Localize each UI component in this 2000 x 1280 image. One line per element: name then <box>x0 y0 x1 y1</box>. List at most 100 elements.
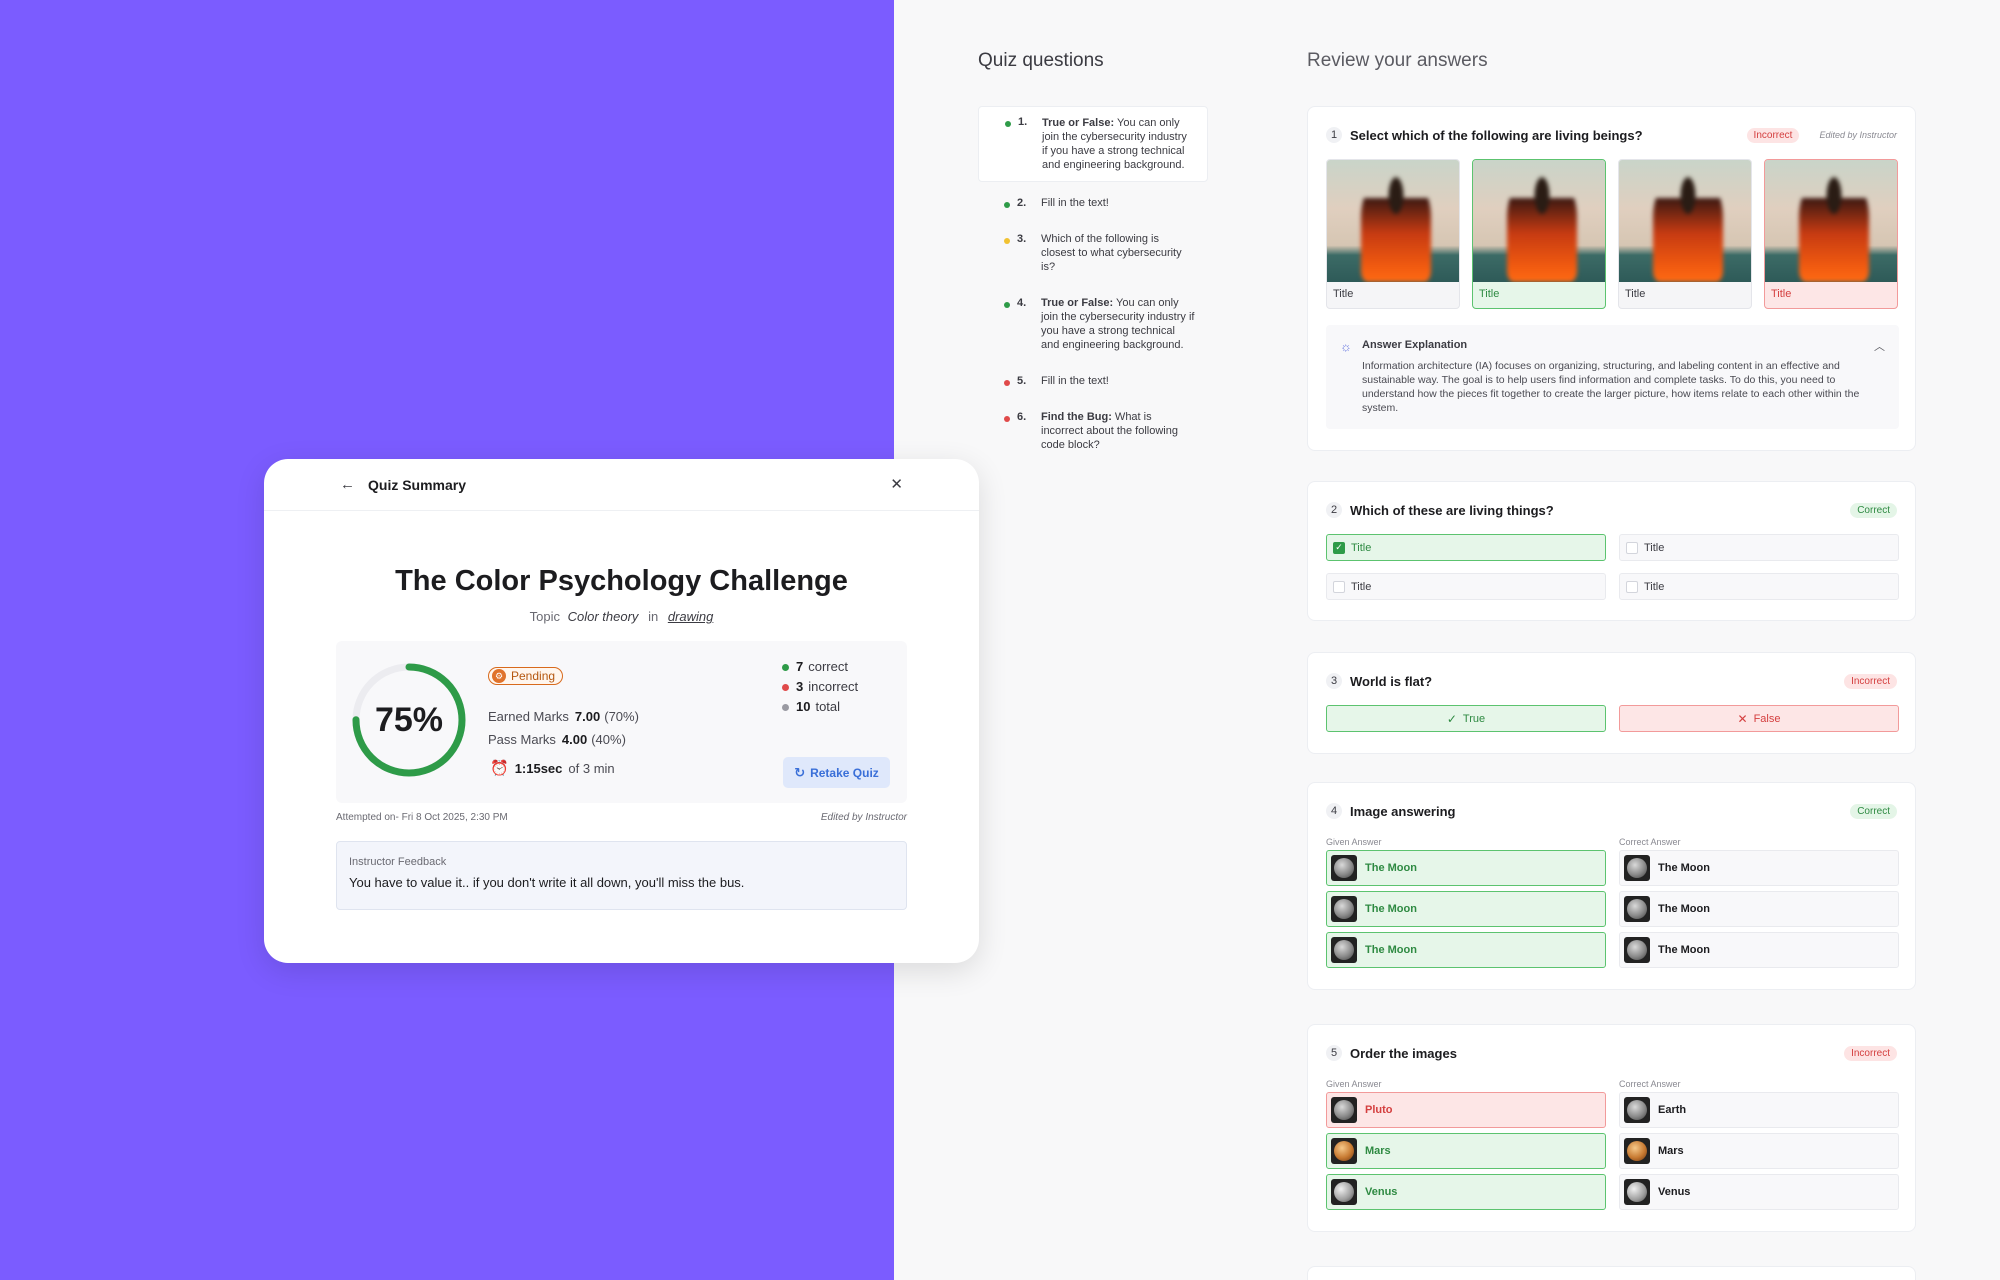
quiz-summary-modal: ← Quiz Summary ✕ The Color Psychology Ch… <box>264 459 979 963</box>
answer-item: Earth <box>1619 1092 1899 1128</box>
question-number: 1 <box>1326 127 1342 143</box>
sidebar-item-question[interactable]: 4. True or False: You can only join the c… <box>978 288 1208 360</box>
status-dot <box>1005 121 1011 127</box>
moon-icon <box>1331 855 1357 881</box>
answer-label: Mars <box>1365 1145 1391 1157</box>
status-badge: Incorrect <box>1844 673 1897 689</box>
answer-item[interactable]: Pluto <box>1326 1092 1606 1128</box>
option-label: Title <box>1479 288 1500 300</box>
topic-value[interactable]: Color theory <box>568 609 639 624</box>
question-type: True or False: <box>1041 297 1114 309</box>
answer-label: Venus <box>1365 1186 1398 1198</box>
feedback-body: You have to value it.. if you don't writ… <box>349 875 745 890</box>
checkbox-option[interactable]: Title <box>1619 534 1899 561</box>
sidebar-item-question[interactable]: 3. Which of the following is closest to w… <box>978 224 1208 282</box>
correct-answer-heading: Correct Answer <box>1619 1079 1681 1089</box>
question-number: 3. <box>1017 233 1027 245</box>
attempted-timestamp: Attempted on- Fri 8 Oct 2025, 2:30 PM <box>336 812 508 823</box>
image-options: Title Title Title Title <box>1326 159 1898 309</box>
chevron-up-icon[interactable]: ︿ <box>1874 338 1885 354</box>
alarm-clock-icon: ⏰ <box>490 760 509 777</box>
question-card-5: 5 Order the images Incorrect Given Answe… <box>1307 1024 1916 1232</box>
given-answer-column: Given Answer The Moon The Moon The Moon <box>1326 837 1606 973</box>
status-badge: ⚙ Pending <box>488 667 564 685</box>
answer-item: The Moon <box>1619 891 1899 927</box>
answer-item[interactable]: Mars <box>1326 1133 1606 1169</box>
moon-icon <box>1624 855 1650 881</box>
moon-icon <box>1624 937 1650 963</box>
sidebar-item-question[interactable]: 2. Fill in the text! <box>978 188 1208 218</box>
checkbox-option[interactable]: Title <box>1326 573 1606 600</box>
option-label: Title <box>1771 288 1792 300</box>
sidebar-item-question[interactable]: 5. Fill in the text! <box>978 366 1208 396</box>
question-text: Select which of the following are living… <box>1350 127 1643 143</box>
answer-item[interactable]: The Moon <box>1326 850 1606 886</box>
in-label: in <box>648 609 659 624</box>
checkbox-icon <box>1333 580 1345 593</box>
option-image <box>1765 160 1897 282</box>
question-type: Find the Bug: <box>1041 411 1112 423</box>
status-badge: Incorrect <box>1746 127 1800 143</box>
option-image <box>1327 160 1459 282</box>
score-percent: 75% <box>374 700 444 739</box>
mars-icon <box>1331 1138 1357 1164</box>
answer-label: The Moon <box>1658 944 1710 956</box>
answer-item[interactable]: Venus <box>1326 1174 1606 1210</box>
question-text: Fill in the text! <box>1018 374 1196 388</box>
total-label: total <box>815 699 841 714</box>
instructor-feedback: Instructor Feedback You have to value it… <box>336 841 907 910</box>
answer-item: The Moon <box>1619 932 1899 968</box>
status-badge: Correct <box>1850 502 1897 518</box>
image-option[interactable]: Title <box>1472 159 1606 309</box>
true-option[interactable]: ✓ True <box>1326 705 1606 732</box>
moon-icon <box>1331 896 1357 922</box>
checkbox-option[interactable]: Title <box>1619 573 1899 600</box>
pending-icon: ⚙ <box>492 669 506 683</box>
sidebar-item-question[interactable]: 6. Find the Bug: What is incorrect about … <box>978 402 1208 460</box>
earth-icon <box>1624 1097 1650 1123</box>
venus-icon <box>1624 1179 1650 1205</box>
correct-answer-heading: Correct Answer <box>1619 837 1681 847</box>
earned-label: Earned Marks <box>488 709 569 724</box>
review-title: Review your answers <box>1307 50 1488 71</box>
false-option[interactable]: ✕ False <box>1619 705 1899 732</box>
image-option[interactable]: Title <box>1764 159 1898 309</box>
question-card-4: 4 Image answering Correct Given Answer T… <box>1307 782 1916 990</box>
refresh-icon: ↻ <box>794 764 806 780</box>
answer-item[interactable]: The Moon <box>1326 891 1606 927</box>
question-body: Fill in the text! <box>1041 375 1109 387</box>
image-option[interactable]: Title <box>1618 159 1752 309</box>
given-answer-heading: Given Answer <box>1326 1079 1382 1089</box>
question-card-3: 3 World is flat? Incorrect ✓ True ✕ Fals… <box>1307 652 1916 754</box>
option-label: Title <box>1351 580 1372 593</box>
edited-by-label: Edited by Instructor <box>1819 130 1897 140</box>
question-number: 2. <box>1017 197 1027 209</box>
explanation-body: Information architecture (IA) focuses on… <box>1362 360 1860 414</box>
earned-value: 7.00 <box>574 709 601 724</box>
answer-item: The Moon <box>1619 850 1899 886</box>
moon-icon <box>1624 896 1650 922</box>
retake-quiz-button[interactable]: ↻ Retake Quiz <box>783 757 890 788</box>
question-number: 2 <box>1326 502 1342 518</box>
question-text: Image answering <box>1350 803 1456 819</box>
question-text: Fill in the text! <box>1018 196 1196 210</box>
answer-label: The Moon <box>1365 944 1417 956</box>
check-icon: ✓ <box>1446 711 1457 726</box>
status-badge: Incorrect <box>1844 1045 1897 1061</box>
back-arrow-icon[interactable]: ← <box>340 476 355 493</box>
question-text: Find the Bug: What is incorrect about th… <box>1018 410 1196 452</box>
incorrect-count: 3 <box>796 679 804 694</box>
question-text: Order the images <box>1350 1045 1457 1061</box>
sidebar-item-question[interactable]: 1. True or False: You can only join the c… <box>978 106 1208 182</box>
checkbox-checked-icon: ✓ <box>1333 541 1345 554</box>
checkbox-option[interactable]: ✓ Title <box>1326 534 1606 561</box>
question-text: Which of these are living things? <box>1350 502 1554 518</box>
pass-value: 4.00 <box>561 732 588 747</box>
quiz-title: The Color Psychology Challenge <box>395 565 848 597</box>
answer-label: Pluto <box>1365 1104 1393 1116</box>
close-icon[interactable]: ✕ <box>890 475 903 493</box>
category-link[interactable]: drawing <box>668 609 714 624</box>
status-dot <box>1004 416 1010 422</box>
answer-item[interactable]: The Moon <box>1326 932 1606 968</box>
image-option[interactable]: Title <box>1326 159 1460 309</box>
